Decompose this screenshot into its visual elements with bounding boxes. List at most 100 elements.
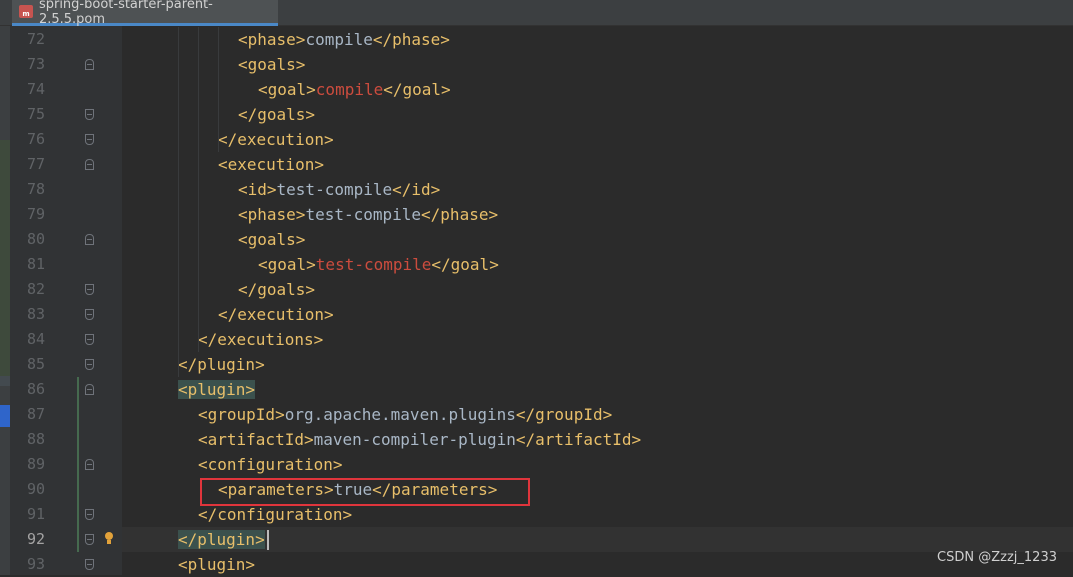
code-line[interactable]: <plugin> bbox=[178, 377, 256, 402]
line-number: 89 bbox=[26, 455, 45, 473]
code-line[interactable]: <execution> bbox=[218, 152, 324, 177]
line-number: 84 bbox=[26, 330, 45, 348]
code-line[interactable]: </plugin> bbox=[178, 527, 265, 552]
code-line[interactable]: <goals> bbox=[238, 52, 305, 77]
indent-guide bbox=[178, 27, 179, 377]
text-caret bbox=[267, 530, 269, 550]
line-number: 93 bbox=[26, 555, 45, 573]
xml-value: test-compile bbox=[305, 205, 422, 224]
xml-tag: </artifactId> bbox=[515, 430, 642, 449]
code-line[interactable]: <groupId>org.apache.maven.plugins</group… bbox=[198, 402, 612, 427]
line-number: 75 bbox=[26, 105, 45, 123]
xml-tag: <goals> bbox=[238, 55, 306, 74]
code-line[interactable]: </goals> bbox=[238, 102, 315, 127]
indent-guide bbox=[198, 27, 199, 352]
line-number: 86 bbox=[26, 380, 45, 398]
xml-tag: <configuration> bbox=[198, 455, 343, 474]
fold-collapse-icon[interactable] bbox=[85, 359, 94, 370]
line-number: 73 bbox=[26, 55, 45, 73]
xml-value: test-compile bbox=[315, 255, 432, 274]
xml-tag: <phase> bbox=[238, 205, 306, 224]
highlight-box bbox=[200, 478, 530, 506]
fold-collapse-icon[interactable] bbox=[85, 134, 94, 145]
xml-tag: <groupId> bbox=[198, 405, 285, 424]
editor-tab-bar: m spring-boot-starter-parent-2.5.5.pom bbox=[0, 0, 1073, 27]
line-number: 91 bbox=[26, 505, 45, 523]
fold-collapse-icon[interactable] bbox=[85, 534, 94, 545]
xml-tag: </id> bbox=[392, 180, 441, 199]
line-number: 78 bbox=[26, 180, 45, 198]
fold-expand-icon[interactable] bbox=[85, 384, 94, 395]
code-line[interactable]: <phase>test-compile</phase> bbox=[238, 202, 498, 227]
xml-tag: <execution> bbox=[218, 155, 324, 174]
xml-tag: <plugin> bbox=[178, 380, 256, 399]
code-line[interactable]: </goals> bbox=[238, 277, 315, 302]
xml-tag: </phase> bbox=[421, 205, 499, 224]
xml-tag: <goal> bbox=[258, 255, 316, 274]
xml-value: compile bbox=[305, 30, 373, 49]
xml-tag: <plugin> bbox=[178, 555, 256, 574]
editor-tab[interactable]: m spring-boot-starter-parent-2.5.5.pom bbox=[12, 0, 278, 27]
fold-collapse-icon[interactable] bbox=[85, 109, 94, 120]
maven-pom-file-icon: m bbox=[19, 5, 33, 18]
xml-value: compile bbox=[315, 80, 384, 99]
code-line[interactable]: </execution> bbox=[218, 127, 334, 152]
line-number: 87 bbox=[26, 405, 45, 423]
xml-tag: </configuration> bbox=[198, 505, 353, 524]
xml-tag: </goal> bbox=[431, 255, 499, 274]
xml-tag: </goals> bbox=[238, 280, 316, 299]
strip-marker bbox=[0, 376, 10, 386]
line-number: 77 bbox=[26, 155, 45, 173]
code-line[interactable]: <artifactId>maven-compiler-plugin</artif… bbox=[198, 427, 641, 452]
code-line[interactable]: <plugin> bbox=[178, 552, 255, 577]
xml-tag: <id> bbox=[238, 180, 277, 199]
fold-expand-icon[interactable] bbox=[85, 234, 94, 245]
xml-tag: </goal> bbox=[383, 80, 451, 99]
fold-collapse-icon[interactable] bbox=[85, 309, 94, 320]
xml-tag: </goals> bbox=[238, 105, 316, 124]
code-line[interactable]: </plugin> bbox=[178, 352, 265, 377]
code-line[interactable]: <goals> bbox=[238, 227, 305, 252]
code-line[interactable]: </execution> bbox=[218, 302, 334, 327]
xml-tag: </executions> bbox=[198, 330, 324, 349]
fold-collapse-icon[interactable] bbox=[85, 559, 94, 570]
line-number: 74 bbox=[26, 80, 45, 98]
line-number: 83 bbox=[26, 305, 45, 323]
fold-expand-icon[interactable] bbox=[85, 59, 94, 70]
line-number: 76 bbox=[26, 130, 45, 148]
line-number: 88 bbox=[26, 430, 45, 448]
code-line[interactable]: <goal>compile</goal> bbox=[258, 77, 451, 102]
code-line[interactable]: </executions> bbox=[198, 327, 323, 352]
line-number: 92 bbox=[26, 530, 45, 548]
fold-collapse-icon[interactable] bbox=[85, 284, 94, 295]
code-line[interactable]: <id>test-compile</id> bbox=[238, 177, 440, 202]
xml-value: org.apache.maven.plugins bbox=[284, 405, 516, 424]
xml-tag: </execution> bbox=[218, 130, 334, 149]
line-number: 90 bbox=[26, 480, 45, 498]
xml-tag: </phase> bbox=[372, 30, 450, 49]
xml-tag: <artifactId> bbox=[198, 430, 314, 449]
fold-expand-icon[interactable] bbox=[85, 459, 94, 470]
xml-tag: </plugin> bbox=[178, 355, 265, 374]
watermark: CSDN @Zzzj_1233 bbox=[937, 550, 1057, 565]
xml-tag: <phase> bbox=[238, 30, 306, 49]
fold-expand-icon[interactable] bbox=[85, 159, 94, 170]
line-number: 80 bbox=[26, 230, 45, 248]
vcs-change-strip bbox=[0, 140, 10, 376]
code-line[interactable]: <goal>test-compile</goal> bbox=[258, 252, 499, 277]
code-line[interactable]: <configuration> bbox=[198, 452, 343, 477]
xml-value: maven-compiler-plugin bbox=[313, 430, 516, 449]
line-number: 82 bbox=[26, 280, 45, 298]
line-number: 72 bbox=[26, 30, 45, 48]
fold-collapse-icon[interactable] bbox=[85, 509, 94, 520]
line-number: 79 bbox=[26, 205, 45, 223]
code-line[interactable]: <phase>compile</phase> bbox=[238, 27, 450, 52]
intention-bulb-icon[interactable] bbox=[104, 532, 114, 546]
xml-tag: <goals> bbox=[238, 230, 306, 249]
vcs-added-lines-marker[interactable] bbox=[77, 377, 79, 552]
xml-value: test-compile bbox=[276, 180, 393, 199]
strip-selection-marker bbox=[0, 405, 10, 427]
fold-collapse-icon[interactable] bbox=[85, 334, 94, 345]
tab-label: spring-boot-starter-parent-2.5.5.pom bbox=[38, 0, 213, 27]
xml-tag: <goal> bbox=[258, 80, 316, 99]
